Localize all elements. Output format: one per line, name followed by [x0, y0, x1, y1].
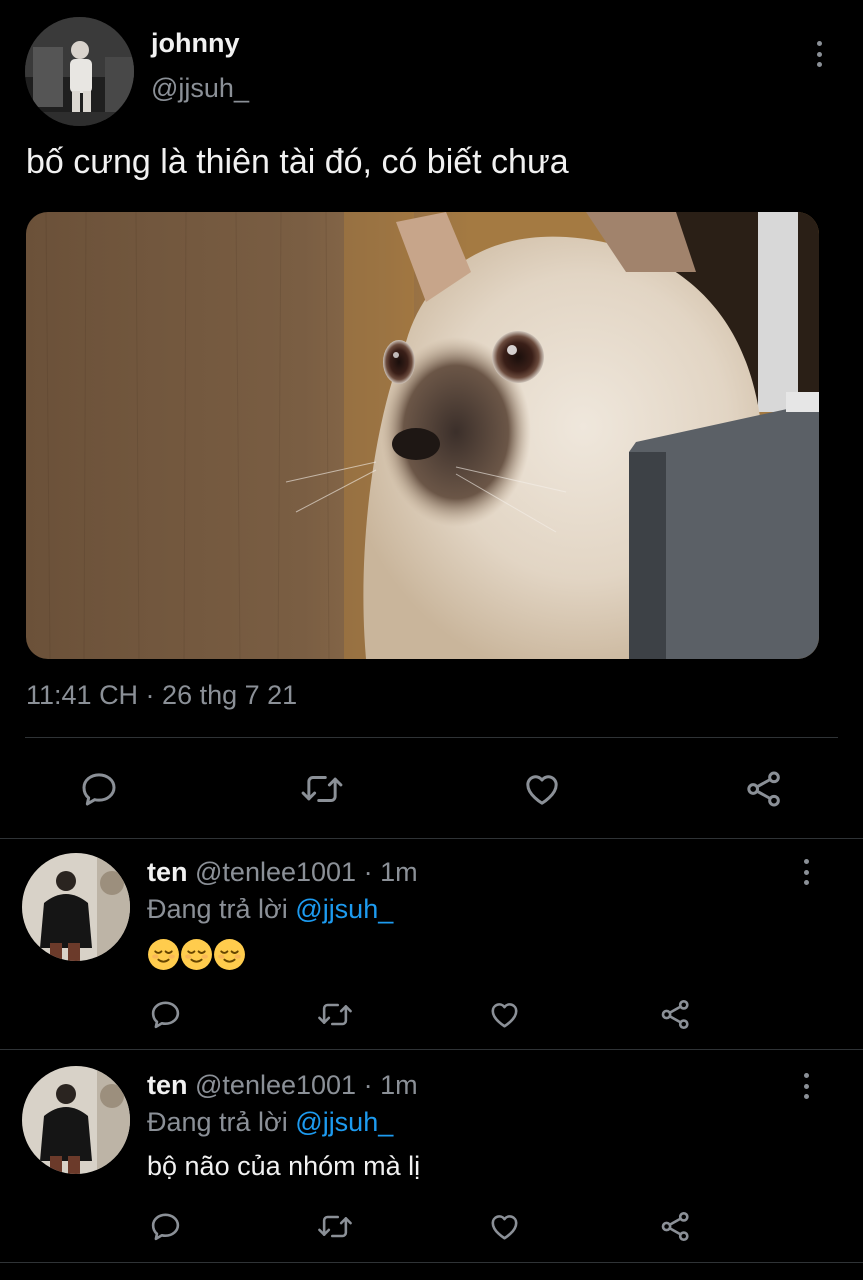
- more-vertical-icon[interactable]: [813, 39, 825, 69]
- author-handle[interactable]: @jjsuh_: [151, 73, 249, 104]
- divider: [0, 1262, 863, 1263]
- reply-avatar[interactable]: [22, 1066, 130, 1174]
- reply-avatar[interactable]: [22, 853, 130, 961]
- reply-icon[interactable]: [149, 998, 182, 1031]
- divider: [0, 1049, 863, 1050]
- share-icon[interactable]: [659, 1210, 692, 1243]
- reply-time: · 1m: [363, 1070, 418, 1100]
- retweet-icon[interactable]: [316, 1210, 354, 1243]
- tweet-timestamp[interactable]: 11:41 CH · 26 thg 7 21: [26, 680, 297, 711]
- divider: [0, 838, 863, 839]
- like-icon[interactable]: [522, 769, 562, 809]
- like-icon[interactable]: [488, 1210, 521, 1243]
- replying-to-mention[interactable]: @jjsuh_: [295, 894, 393, 924]
- replying-to: Đang trả lời @jjsuh_: [147, 894, 393, 925]
- share-icon[interactable]: [744, 769, 784, 809]
- divider: [25, 737, 838, 738]
- reply-avatar-photo: [22, 1066, 130, 1174]
- reply-body: 😌😌😌: [147, 938, 246, 971]
- more-vertical-icon[interactable]: [800, 1071, 812, 1101]
- reply-icon[interactable]: [149, 1210, 182, 1243]
- more-vertical-icon[interactable]: [800, 857, 812, 887]
- tweet-image[interactable]: [26, 212, 819, 659]
- reply-avatar-photo: [22, 853, 130, 961]
- like-icon[interactable]: [488, 998, 521, 1031]
- reply-author-handle[interactable]: @tenlee1001: [195, 1070, 356, 1100]
- relieved-face-icon: [181, 939, 212, 970]
- replying-prefix: Đang trả lời: [147, 1107, 288, 1137]
- reply-body: bộ não của nhóm mà lị: [147, 1151, 421, 1181]
- replying-to: Đang trả lời @jjsuh_: [147, 1107, 393, 1138]
- retweet-icon[interactable]: [316, 998, 354, 1031]
- reply-time: · 1m: [363, 857, 418, 887]
- cat-photo: [26, 212, 819, 659]
- replying-to-mention[interactable]: @jjsuh_: [295, 1107, 393, 1137]
- reply-icon[interactable]: [79, 769, 119, 809]
- author-avatar[interactable]: [25, 17, 134, 126]
- retweet-icon[interactable]: [299, 769, 345, 809]
- author-avatar-photo: [25, 17, 134, 126]
- reply-author-name[interactable]: ten: [147, 1070, 188, 1100]
- share-icon[interactable]: [659, 998, 692, 1031]
- reply-header: ten @tenlee1001 · 1m: [147, 1070, 418, 1101]
- reply-header: ten @tenlee1001 · 1m: [147, 857, 418, 888]
- relieved-face-icon: [214, 939, 245, 970]
- relieved-face-icon: [148, 939, 179, 970]
- reply-author-name[interactable]: ten: [147, 857, 188, 887]
- replying-prefix: Đang trả lời: [147, 894, 288, 924]
- tweet-text: bố cưng là thiên tài đó, có biết chưa: [26, 143, 569, 181]
- reply-author-handle[interactable]: @tenlee1001: [195, 857, 356, 887]
- author-name[interactable]: johnny: [151, 28, 240, 59]
